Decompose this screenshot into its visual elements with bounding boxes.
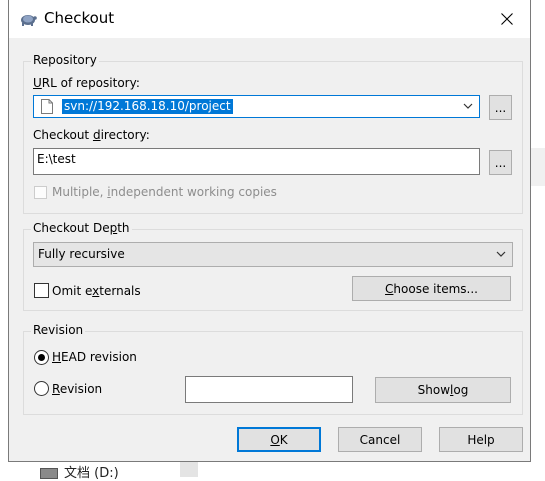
url-value[interactable]: svn://192.168.18.10/project (62, 99, 233, 114)
dialog-title: Checkout (44, 9, 115, 27)
url-browse-button[interactable]: ... (489, 95, 512, 120)
multiple-working-copies-checkbox[interactable] (34, 186, 47, 199)
omit-externals-checkbox[interactable] (34, 283, 49, 298)
document-icon (41, 99, 53, 114)
close-icon (501, 13, 513, 25)
help-button[interactable]: Help (439, 427, 523, 452)
directory-input[interactable]: E:\test (33, 148, 480, 175)
drive-icon (40, 468, 58, 479)
head-revision-label: HEAD revision (52, 350, 137, 364)
title-bar: Checkout (9, 0, 530, 38)
checkout-dialog: Checkout Repository URL of repository: s… (8, 0, 531, 462)
choose-items-button[interactable]: Choose items... (352, 276, 511, 301)
radio-selected-dot (38, 354, 45, 361)
revision-input[interactable] (185, 376, 353, 403)
show-log-button[interactable]: Show l og (375, 377, 511, 403)
background-strip (180, 462, 198, 477)
repository-group-label: Repository (31, 53, 99, 67)
omit-externals-label: Omit externals (52, 284, 141, 298)
revision-group-label: Revision (31, 323, 86, 337)
directory-label: Checkout directory: (33, 128, 150, 142)
depth-select[interactable]: Fully recursive (33, 242, 513, 267)
directory-browse-button[interactable]: ... (489, 150, 512, 175)
cancel-button[interactable]: Cancel (338, 427, 422, 452)
url-label: URL of repository: (33, 76, 140, 90)
revision-label: Revision (52, 382, 103, 396)
background-window-edge (531, 148, 545, 186)
chevron-down-icon (496, 251, 506, 257)
url-combobox[interactable]: svn://192.168.18.10/project (33, 95, 480, 118)
chevron-down-icon[interactable] (463, 101, 473, 111)
revision-radio[interactable] (34, 381, 49, 396)
tortoise-icon (21, 15, 37, 26)
background-drive-item: 文档 (D:) (40, 462, 119, 481)
multiple-working-copies-label: Multiple, independent working copies (52, 185, 277, 199)
depth-selected-value: Fully recursive (38, 247, 125, 261)
depth-group-label: Checkout Depth (31, 221, 132, 235)
head-revision-radio[interactable] (34, 350, 49, 365)
close-button[interactable] (484, 0, 530, 38)
ok-button[interactable]: OK (237, 427, 321, 452)
